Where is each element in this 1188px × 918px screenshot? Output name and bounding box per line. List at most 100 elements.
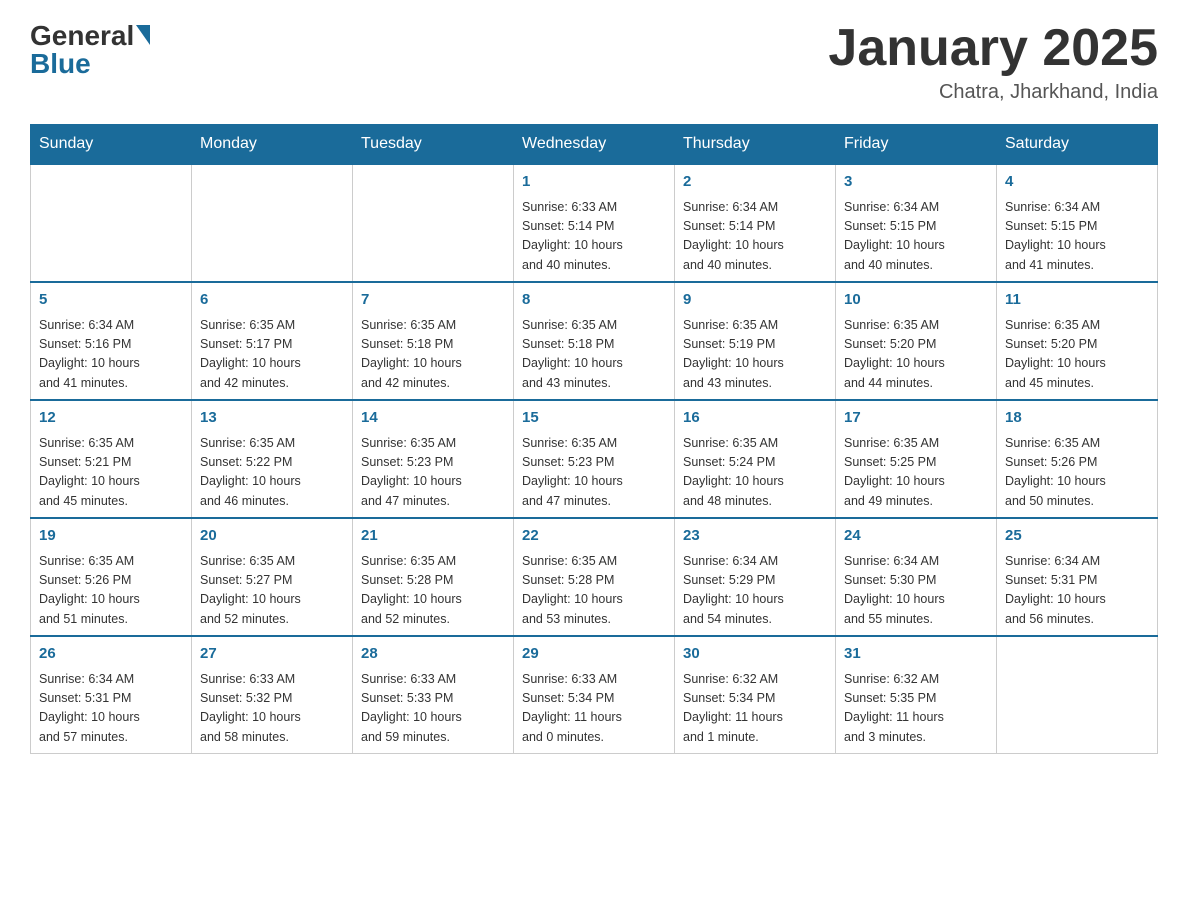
day-number: 18 [1005,407,1149,430]
calendar-cell [192,164,353,282]
day-number: 3 [844,171,988,194]
day-number: 4 [1005,171,1149,194]
calendar-cell: 12Sunrise: 6:35 AMSunset: 5:21 PMDayligh… [31,400,192,518]
calendar-cell: 23 Sunrise: 6:34 AMSunset: 5:29 PMDayligh… [675,518,836,636]
calendar-header-monday: Monday [192,125,353,165]
day-info: Sunrise: 6:34 AMSunset: 5:15 PMDaylight:… [844,198,988,276]
day-info: Sunrise: 6:33 AMSunset: 5:34 PMDaylight:… [522,670,666,748]
calendar-cell: 21Sunrise: 6:35 AMSunset: 5:28 PMDayligh… [353,518,514,636]
day-number: 10 [844,289,988,312]
calendar-header-sunday: Sunday [31,125,192,165]
calendar-title: January 2025 [828,20,1158,77]
calendar-cell: 6 Sunrise: 6:35 AMSunset: 5:17 PMDaylight… [192,282,353,400]
day-number: 5 [39,289,183,312]
header: General Blue January 2025 Chatra, Jharkh… [30,20,1158,104]
day-info: Sunrise: 6:33 AMSunset: 5:33 PMDaylight:… [361,670,505,748]
day-info: Sunrise: 6:35 AMSunset: 5:23 PMDaylight:… [361,434,505,512]
calendar-cell: 18 Sunrise: 6:35 AMSunset: 5:26 PMDayligh… [997,400,1158,518]
calendar-table: SundayMondayTuesdayWednesdayThursdayFrid… [30,124,1158,754]
day-info: Sunrise: 6:35 AMSunset: 5:28 PMDaylight:… [361,552,505,630]
day-number: 13 [200,407,344,430]
calendar-week-row: 19Sunrise: 6:35 AMSunset: 5:26 PMDayligh… [31,518,1158,636]
calendar-cell: 17 Sunrise: 6:35 AMSunset: 5:25 PMDayligh… [836,400,997,518]
calendar-cell: 15 Sunrise: 6:35 AMSunset: 5:23 PMDayligh… [514,400,675,518]
calendar-cell: 13 Sunrise: 6:35 AMSunset: 5:22 PMDayligh… [192,400,353,518]
day-info: Sunrise: 6:35 AMSunset: 5:24 PMDaylight:… [683,434,827,512]
day-info: Sunrise: 6:35 AMSunset: 5:27 PMDaylight:… [200,552,344,630]
day-info: Sunrise: 6:35 AMSunset: 5:19 PMDaylight:… [683,316,827,394]
day-number: 22 [522,525,666,548]
day-info: Sunrise: 6:35 AMSunset: 5:23 PMDaylight:… [522,434,666,512]
calendar-cell: 24Sunrise: 6:34 AMSunset: 5:30 PMDayligh… [836,518,997,636]
calendar-header-tuesday: Tuesday [353,125,514,165]
calendar-week-row: 1 Sunrise: 6:33 AMSunset: 5:14 PMDaylight… [31,164,1158,282]
day-number: 11 [1005,289,1149,312]
calendar-cell: 9 Sunrise: 6:35 AMSunset: 5:19 PMDaylight… [675,282,836,400]
logo-blue-text: Blue [30,48,91,80]
day-number: 9 [683,289,827,312]
day-info: Sunrise: 6:35 AMSunset: 5:20 PMDaylight:… [844,316,988,394]
calendar-cell: 4 Sunrise: 6:34 AMSunset: 5:15 PMDaylight… [997,164,1158,282]
calendar-cell: 30Sunrise: 6:32 AMSunset: 5:34 PMDayligh… [675,636,836,754]
calendar-header-friday: Friday [836,125,997,165]
day-info: Sunrise: 6:35 AMSunset: 5:21 PMDaylight:… [39,434,183,512]
day-number: 28 [361,643,505,666]
day-number: 16 [683,407,827,430]
day-info: Sunrise: 6:35 AMSunset: 5:20 PMDaylight:… [1005,316,1149,394]
calendar-cell [353,164,514,282]
day-number: 6 [200,289,344,312]
day-number: 31 [844,643,988,666]
calendar-cell: 11 Sunrise: 6:35 AMSunset: 5:20 PMDayligh… [997,282,1158,400]
day-number: 1 [522,171,666,194]
calendar-cell: 19Sunrise: 6:35 AMSunset: 5:26 PMDayligh… [31,518,192,636]
logo: General Blue [30,20,150,80]
calendar-header-thursday: Thursday [675,125,836,165]
day-info: Sunrise: 6:33 AMSunset: 5:14 PMDaylight:… [522,198,666,276]
calendar-cell: 3 Sunrise: 6:34 AMSunset: 5:15 PMDaylight… [836,164,997,282]
logo-triangle-icon [136,25,150,45]
day-info: Sunrise: 6:34 AMSunset: 5:29 PMDaylight:… [683,552,827,630]
calendar-header-row: SundayMondayTuesdayWednesdayThursdayFrid… [31,125,1158,165]
day-info: Sunrise: 6:35 AMSunset: 5:17 PMDaylight:… [200,316,344,394]
calendar-cell: 2Sunrise: 6:34 AMSunset: 5:14 PMDaylight… [675,164,836,282]
calendar-cell: 10 Sunrise: 6:35 AMSunset: 5:20 PMDayligh… [836,282,997,400]
day-info: Sunrise: 6:35 AMSunset: 5:18 PMDaylight:… [522,316,666,394]
calendar-week-row: 26 Sunrise: 6:34 AMSunset: 5:31 PMDayligh… [31,636,1158,754]
day-info: Sunrise: 6:34 AMSunset: 5:31 PMDaylight:… [39,670,183,748]
calendar-cell: 5Sunrise: 6:34 AMSunset: 5:16 PMDaylight… [31,282,192,400]
day-number: 19 [39,525,183,548]
day-info: Sunrise: 6:33 AMSunset: 5:32 PMDaylight:… [200,670,344,748]
day-info: Sunrise: 6:32 AMSunset: 5:35 PMDaylight:… [844,670,988,748]
calendar-cell: 28 Sunrise: 6:33 AMSunset: 5:33 PMDayligh… [353,636,514,754]
calendar-week-row: 12Sunrise: 6:35 AMSunset: 5:21 PMDayligh… [31,400,1158,518]
title-section: January 2025 Chatra, Jharkhand, India [828,20,1158,104]
day-number: 29 [522,643,666,666]
calendar-cell: 26 Sunrise: 6:34 AMSunset: 5:31 PMDayligh… [31,636,192,754]
calendar-header-wednesday: Wednesday [514,125,675,165]
day-number: 7 [361,289,505,312]
day-info: Sunrise: 6:35 AMSunset: 5:25 PMDaylight:… [844,434,988,512]
day-info: Sunrise: 6:34 AMSunset: 5:14 PMDaylight:… [683,198,827,276]
calendar-cell: 20Sunrise: 6:35 AMSunset: 5:27 PMDayligh… [192,518,353,636]
calendar-cell: 27 Sunrise: 6:33 AMSunset: 5:32 PMDayligh… [192,636,353,754]
day-info: Sunrise: 6:34 AMSunset: 5:15 PMDaylight:… [1005,198,1149,276]
calendar-cell [997,636,1158,754]
day-number: 8 [522,289,666,312]
day-number: 23 [683,525,827,548]
day-number: 27 [200,643,344,666]
calendar-subtitle: Chatra, Jharkhand, India [828,81,1158,104]
day-number: 15 [522,407,666,430]
calendar-cell: 25Sunrise: 6:34 AMSunset: 5:31 PMDayligh… [997,518,1158,636]
day-info: Sunrise: 6:35 AMSunset: 5:28 PMDaylight:… [522,552,666,630]
day-number: 14 [361,407,505,430]
calendar-cell: 16 Sunrise: 6:35 AMSunset: 5:24 PMDayligh… [675,400,836,518]
day-number: 26 [39,643,183,666]
day-info: Sunrise: 6:35 AMSunset: 5:22 PMDaylight:… [200,434,344,512]
day-info: Sunrise: 6:35 AMSunset: 5:26 PMDaylight:… [1005,434,1149,512]
calendar-cell [31,164,192,282]
calendar-cell: 1 Sunrise: 6:33 AMSunset: 5:14 PMDaylight… [514,164,675,282]
day-number: 17 [844,407,988,430]
calendar-cell: 22 Sunrise: 6:35 AMSunset: 5:28 PMDayligh… [514,518,675,636]
day-info: Sunrise: 6:35 AMSunset: 5:18 PMDaylight:… [361,316,505,394]
calendar-cell: 31 Sunrise: 6:32 AMSunset: 5:35 PMDayligh… [836,636,997,754]
